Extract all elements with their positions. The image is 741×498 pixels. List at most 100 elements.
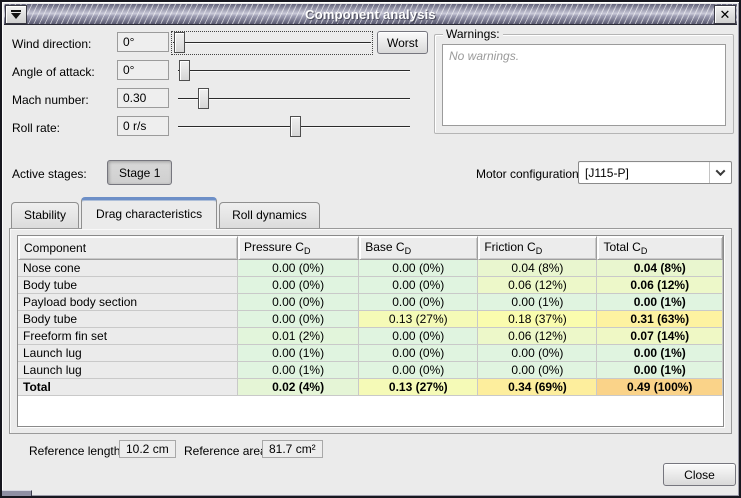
close-window-button[interactable]: ✕ [714, 5, 736, 24]
window-title: Component analysis [28, 7, 713, 22]
total-cd-cell: 0.07 (14%) [597, 328, 723, 345]
reference-length-value: 10.2 cm [119, 440, 176, 458]
wind-direction-slider[interactable] [171, 31, 373, 55]
friction-cd-cell: 0.34 (69%) [478, 379, 597, 396]
slider-thumb[interactable] [198, 88, 209, 109]
mach-number-slider[interactable] [176, 87, 412, 111]
col-header-base-cd[interactable]: Base CD [359, 236, 478, 260]
component-cell: Payload body section [18, 294, 238, 311]
close-button[interactable]: Close [663, 463, 736, 486]
component-analysis-dialog: Component analysis ✕ Wind direction: 0° … [0, 0, 741, 498]
slider-thumb[interactable] [290, 116, 301, 137]
motor-configuration-label: Motor configuration: [476, 167, 582, 181]
tab-drag-characteristics[interactable]: Drag characteristics [81, 197, 217, 229]
base-cd-cell: 0.00 (0%) [359, 277, 478, 294]
window-resize-corner[interactable] [2, 490, 32, 496]
slider-thumb[interactable] [174, 32, 185, 53]
component-cell: Nose cone [18, 260, 238, 277]
reference-area-value: 81.7 cm² [262, 440, 323, 458]
table-row: Launch lug 0.00 (1%) 0.00 (0%) 0.00 (0%)… [18, 345, 723, 362]
worst-button[interactable]: Worst [377, 31, 428, 54]
roll-rate-label: Roll rate: [12, 121, 60, 135]
drag-characteristics-pane: Component Pressure CD Base CD Friction C… [9, 228, 732, 434]
slider-thumb[interactable] [179, 60, 190, 81]
angle-of-attack-field[interactable]: 0° [117, 60, 169, 80]
table-row: Nose cone 0.00 (0%) 0.00 (0%) 0.04 (8%) … [18, 260, 723, 277]
friction-cd-cell: 0.18 (37%) [478, 311, 597, 328]
titlebar[interactable]: Component analysis ✕ [4, 4, 737, 25]
table-row: Launch lug 0.00 (1%) 0.00 (0%) 0.00 (0%)… [18, 362, 723, 379]
base-cd-cell: 0.13 (27%) [359, 379, 478, 396]
angle-of-attack-label: Angle of attack: [12, 65, 95, 79]
drag-table: Component Pressure CD Base CD Friction C… [18, 236, 723, 396]
motor-configuration-value: [J115-P] [579, 166, 709, 180]
slider-track[interactable] [178, 98, 410, 100]
friction-cd-cell: 0.06 (12%) [478, 277, 597, 294]
window-menu-icon [11, 10, 21, 19]
base-cd-cell: 0.00 (0%) [359, 294, 478, 311]
total-cd-cell: 0.00 (1%) [597, 345, 723, 362]
warnings-title: Warnings: [443, 27, 503, 41]
slider-track[interactable] [178, 70, 410, 72]
component-cell: Body tube [18, 277, 238, 294]
friction-cd-cell: 0.00 (0%) [478, 345, 597, 362]
close-icon: ✕ [720, 8, 731, 21]
col-header-total-cd[interactable]: Total CD [597, 236, 723, 260]
mach-number-label: Mach number: [12, 93, 89, 107]
tab-stability[interactable]: Stability [11, 202, 79, 228]
base-cd-cell: 0.13 (27%) [359, 311, 478, 328]
pressure-cd-cell: 0.00 (0%) [238, 277, 359, 294]
warnings-list: No warnings. [442, 44, 726, 126]
component-cell: Launch lug [18, 362, 238, 379]
total-cd-cell: 0.49 (100%) [597, 379, 723, 396]
friction-cd-cell: 0.06 (12%) [478, 328, 597, 345]
reference-area-label: Reference area: [184, 444, 270, 458]
table-row: Payload body section 0.00 (0%) 0.00 (0%)… [18, 294, 723, 311]
pressure-cd-cell: 0.00 (0%) [238, 294, 359, 311]
base-cd-cell: 0.00 (0%) [359, 328, 478, 345]
reference-length-label: Reference length: [29, 444, 124, 458]
component-cell: Total [18, 379, 238, 396]
pressure-cd-cell: 0.00 (1%) [238, 345, 359, 362]
col-header-friction-cd[interactable]: Friction CD [478, 236, 597, 260]
drag-table-scrollpane[interactable]: Component Pressure CD Base CD Friction C… [17, 235, 724, 427]
pressure-cd-cell: 0.02 (4%) [238, 379, 359, 396]
col-header-component[interactable]: Component [18, 236, 238, 260]
pressure-cd-cell: 0.00 (0%) [238, 311, 359, 328]
table-header-row: Component Pressure CD Base CD Friction C… [18, 236, 723, 260]
roll-rate-field[interactable]: 0 r/s [117, 116, 169, 136]
combo-dropdown-button[interactable] [709, 162, 731, 183]
col-header-pressure-cd[interactable]: Pressure CD [238, 236, 359, 260]
window-menu-button[interactable] [5, 5, 27, 24]
dialog-content: Wind direction: 0° Worst Angle of attack… [4, 26, 737, 489]
warnings-group: Warnings: No warnings. [434, 34, 734, 134]
table-row: Body tube 0.00 (0%) 0.13 (27%) 0.18 (37%… [18, 311, 723, 328]
component-cell: Launch lug [18, 345, 238, 362]
friction-cd-cell: 0.00 (1%) [478, 294, 597, 311]
friction-cd-cell: 0.04 (8%) [478, 260, 597, 277]
wind-direction-field[interactable]: 0° [117, 32, 169, 52]
stage-1-toggle[interactable]: Stage 1 [107, 160, 172, 185]
slider-track[interactable] [173, 42, 371, 44]
pressure-cd-cell: 0.01 (2%) [238, 328, 359, 345]
total-cd-cell: 0.31 (63%) [597, 311, 723, 328]
motor-configuration-select[interactable]: [J115-P] [578, 161, 732, 184]
active-stages-label: Active stages: [12, 167, 87, 181]
pressure-cd-cell: 0.00 (0%) [238, 260, 359, 277]
tab-roll-dynamics[interactable]: Roll dynamics [219, 202, 320, 228]
roll-rate-slider[interactable] [176, 115, 412, 139]
component-cell: Body tube [18, 311, 238, 328]
analysis-tabs: Stability Drag characteristics Roll dyna… [11, 197, 322, 228]
total-cd-cell: 0.04 (8%) [597, 260, 723, 277]
wind-direction-label: Wind direction: [12, 37, 91, 51]
base-cd-cell: 0.00 (0%) [359, 260, 478, 277]
total-cd-cell: 0.00 (1%) [597, 362, 723, 379]
base-cd-cell: 0.00 (0%) [359, 345, 478, 362]
component-cell: Freeform fin set [18, 328, 238, 345]
table-row: Body tube 0.00 (0%) 0.00 (0%) 0.06 (12%)… [18, 277, 723, 294]
angle-of-attack-slider[interactable] [176, 59, 412, 83]
mach-number-field[interactable]: 0.30 [117, 88, 169, 108]
base-cd-cell: 0.00 (0%) [359, 362, 478, 379]
pressure-cd-cell: 0.00 (1%) [238, 362, 359, 379]
friction-cd-cell: 0.00 (0%) [478, 362, 597, 379]
